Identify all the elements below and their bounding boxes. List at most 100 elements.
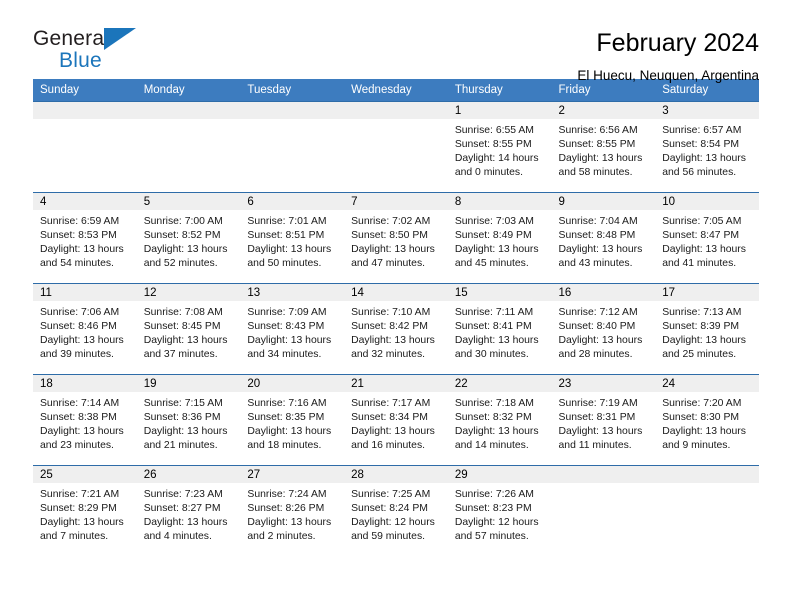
sun-info: Sunrise: 7:04 AM Sunset: 8:48 PM Daylight:… — [552, 210, 656, 271]
sunrise-text: Sunrise: 7:13 AM — [662, 307, 742, 318]
calendar-day-cell[interactable]: 25 Sunrise: 7:21 AM Sunset: 8:29 PM Dayligh… — [33, 465, 137, 556]
sun-info: Sunrise: 7:05 AM Sunset: 8:47 PM Daylight:… — [655, 210, 759, 271]
daylight-text-line2: and 7 minutes. — [40, 531, 109, 542]
calendar-day-cell-empty — [240, 101, 345, 193]
daylight-text-line2: and 41 minutes. — [662, 258, 737, 269]
sunrise-text: Sunrise: 7:04 AM — [558, 216, 638, 227]
daylight-text-line2: and 11 minutes. — [558, 440, 632, 451]
day-number: 18 — [33, 375, 137, 392]
daylight-text-line2: and 45 minutes. — [454, 258, 529, 269]
day-number — [33, 102, 137, 119]
day-number — [551, 466, 656, 483]
calendar-day-cell[interactable]: 29 Sunrise: 7:26 AM Sunset: 8:23 PM Dayligh… — [447, 465, 552, 556]
calendar-day-cell[interactable]: 27 Sunrise: 7:24 AM Sunset: 8:26 PM Dayligh… — [240, 465, 345, 556]
daylight-text-line2: and 32 minutes. — [351, 349, 426, 360]
day-number: 19 — [136, 375, 241, 392]
calendar-day-cell[interactable]: 1 Sunrise: 6:55 AM Sunset: 8:55 PM Daylight… — [447, 101, 552, 193]
sunset-text: Sunset: 8:34 PM — [351, 412, 428, 423]
sunset-text: Sunset: 8:31 PM — [558, 412, 636, 423]
calendar-day-cell[interactable]: 10 Sunrise: 7:05 AM Sunset: 8:47 PM Dayligh… — [655, 192, 759, 284]
daylight-text-line2: and 30 minutes. — [454, 349, 529, 360]
calendar-day-cell[interactable]: 5 Sunrise: 7:00 AM Sunset: 8:52 PM Daylight… — [136, 192, 241, 284]
page-header: General Blue February 2024 El Huecu, Neu… — [33, 0, 759, 83]
daylight-text-line1: Daylight: 13 hours — [558, 153, 643, 164]
calendar-day-cell[interactable]: 21 Sunrise: 7:17 AM Sunset: 8:34 PM Dayligh… — [344, 374, 448, 466]
calendar-week-row: 18 Sunrise: 7:14 AM Sunset: 8:38 PM Dayligh… — [33, 374, 759, 466]
calendar-day-cell[interactable]: 6 Sunrise: 7:01 AM Sunset: 8:51 PM Daylight… — [240, 192, 345, 284]
calendar-day-cell[interactable]: 17 Sunrise: 7:13 AM Sunset: 8:39 PM Dayligh… — [655, 283, 759, 375]
calendar-day-cell[interactable]: 18 Sunrise: 7:14 AM Sunset: 8:38 PM Dayligh… — [33, 374, 137, 466]
calendar-day-cell-empty — [33, 101, 137, 193]
logo-text-blue: Blue — [59, 49, 102, 72]
daylight-text-line2: and 9 minutes. — [662, 440, 731, 451]
day-number: 2 — [551, 102, 656, 119]
daylight-text-line2: and 28 minutes. — [558, 349, 633, 360]
sunrise-text: Sunrise: 7:23 AM — [143, 489, 223, 500]
daylight-text-line1: Daylight: 13 hours — [247, 426, 332, 437]
sunrise-text: Sunrise: 7:00 AM — [143, 216, 223, 227]
sunrise-text: Sunrise: 7:26 AM — [454, 489, 534, 500]
calendar-day-cell[interactable]: 13 Sunrise: 7:09 AM Sunset: 8:43 PM Dayligh… — [240, 283, 345, 375]
day-number — [344, 102, 448, 119]
calendar-day-cell[interactable]: 24 Sunrise: 7:20 AM Sunset: 8:30 PM Dayligh… — [655, 374, 759, 466]
day-number: 21 — [344, 375, 448, 392]
calendar-day-cell[interactable]: 11 Sunrise: 7:06 AM Sunset: 8:46 PM Dayligh… — [33, 283, 137, 375]
day-number — [240, 102, 345, 119]
daylight-text-line2: and 52 minutes. — [143, 258, 218, 269]
calendar-day-cell[interactable]: 3 Sunrise: 6:57 AM Sunset: 8:54 PM Daylight… — [655, 101, 759, 193]
day-number: 6 — [240, 193, 345, 210]
daylight-text-line2: and 57 minutes. — [454, 531, 529, 542]
calendar-day-cell[interactable]: 20 Sunrise: 7:16 AM Sunset: 8:35 PM Dayligh… — [240, 374, 345, 466]
daylight-text-line1: Daylight: 13 hours — [143, 244, 228, 255]
sunrise-text: Sunrise: 7:01 AM — [247, 216, 327, 227]
page-title: February 2024 — [596, 29, 759, 57]
sunset-text: Sunset: 8:41 PM — [454, 321, 532, 332]
day-number: 10 — [655, 193, 759, 210]
sunset-text: Sunset: 8:45 PM — [143, 321, 221, 332]
sunrise-text: Sunrise: 7:21 AM — [40, 489, 120, 500]
calendar-day-cell[interactable]: 28 Sunrise: 7:25 AM Sunset: 8:24 PM Dayligh… — [344, 465, 448, 556]
sunset-text: Sunset: 8:30 PM — [662, 412, 740, 423]
day-number: 7 — [344, 193, 448, 210]
sun-info: Sunrise: 7:16 AM Sunset: 8:35 PM Daylight:… — [240, 392, 344, 453]
daylight-text-line1: Daylight: 13 hours — [662, 426, 746, 437]
calendar-day-cell[interactable]: 7 Sunrise: 7:02 AM Sunset: 8:50 PM Daylight… — [344, 192, 448, 284]
sunset-text: Sunset: 8:35 PM — [247, 412, 325, 423]
calendar-day-cell[interactable]: 26 Sunrise: 7:23 AM Sunset: 8:27 PM Dayligh… — [136, 465, 241, 556]
calendar-day-cell[interactable]: 12 Sunrise: 7:08 AM Sunset: 8:45 PM Dayligh… — [136, 283, 241, 375]
daylight-text-line2: and 50 minutes. — [247, 258, 322, 269]
calendar-day-cell[interactable]: 19 Sunrise: 7:15 AM Sunset: 8:36 PM Dayligh… — [136, 374, 241, 466]
daylight-text-line1: Daylight: 13 hours — [40, 335, 124, 346]
sunset-text: Sunset: 8:52 PM — [143, 230, 221, 241]
calendar-day-cell[interactable]: 9 Sunrise: 7:04 AM Sunset: 8:48 PM Daylight… — [551, 192, 656, 284]
calendar-day-cell[interactable]: 15 Sunrise: 7:11 AM Sunset: 8:41 PM Dayligh… — [447, 283, 552, 375]
sun-info: Sunrise: 6:56 AM Sunset: 8:55 PM Daylight:… — [552, 119, 656, 180]
day-number: 15 — [447, 284, 552, 301]
daylight-text-line1: Daylight: 13 hours — [40, 244, 124, 255]
weekday-header-thursday: Thursday — [447, 79, 552, 102]
sunrise-text: Sunrise: 7:06 AM — [40, 307, 120, 318]
sunset-text: Sunset: 8:46 PM — [40, 321, 117, 332]
sun-info: Sunrise: 7:09 AM Sunset: 8:43 PM Daylight:… — [240, 301, 344, 362]
calendar-day-cell[interactable]: 16 Sunrise: 7:12 AM Sunset: 8:40 PM Dayligh… — [551, 283, 656, 375]
calendar-day-cell[interactable]: 2 Sunrise: 6:56 AM Sunset: 8:55 PM Daylight… — [551, 101, 656, 193]
daylight-text-line2: and 39 minutes. — [40, 349, 114, 360]
calendar-day-cell[interactable]: 4 Sunrise: 6:59 AM Sunset: 8:53 PM Daylight… — [33, 192, 137, 284]
daylight-text-line2: and 34 minutes. — [247, 349, 322, 360]
sun-info: Sunrise: 7:23 AM Sunset: 8:27 PM Daylight:… — [137, 483, 241, 544]
sun-info: Sunrise: 7:18 AM Sunset: 8:32 PM Daylight:… — [448, 392, 552, 453]
calendar-day-cell[interactable]: 23 Sunrise: 7:19 AM Sunset: 8:31 PM Dayligh… — [551, 374, 656, 466]
calendar-day-cell[interactable]: 22 Sunrise: 7:18 AM Sunset: 8:32 PM Dayligh… — [447, 374, 552, 466]
calendar-week-row: 25 Sunrise: 7:21 AM Sunset: 8:29 PM Dayligh… — [33, 465, 759, 556]
calendar-day-cell[interactable]: 8 Sunrise: 7:03 AM Sunset: 8:49 PM Daylight… — [447, 192, 552, 284]
sunset-text: Sunset: 8:36 PM — [143, 412, 221, 423]
sunrise-text: Sunrise: 7:12 AM — [558, 307, 638, 318]
sunset-text: Sunset: 8:47 PM — [662, 230, 740, 241]
sunset-text: Sunset: 8:38 PM — [40, 412, 117, 423]
sunset-text: Sunset: 8:32 PM — [454, 412, 532, 423]
calendar-day-cell[interactable]: 14 Sunrise: 7:10 AM Sunset: 8:42 PM Dayligh… — [344, 283, 448, 375]
sun-info: Sunrise: 7:00 AM Sunset: 8:52 PM Daylight:… — [137, 210, 241, 271]
sunset-text: Sunset: 8:29 PM — [40, 503, 117, 514]
daylight-text-line1: Daylight: 13 hours — [40, 517, 124, 528]
daylight-text-line1: Daylight: 13 hours — [454, 426, 539, 437]
